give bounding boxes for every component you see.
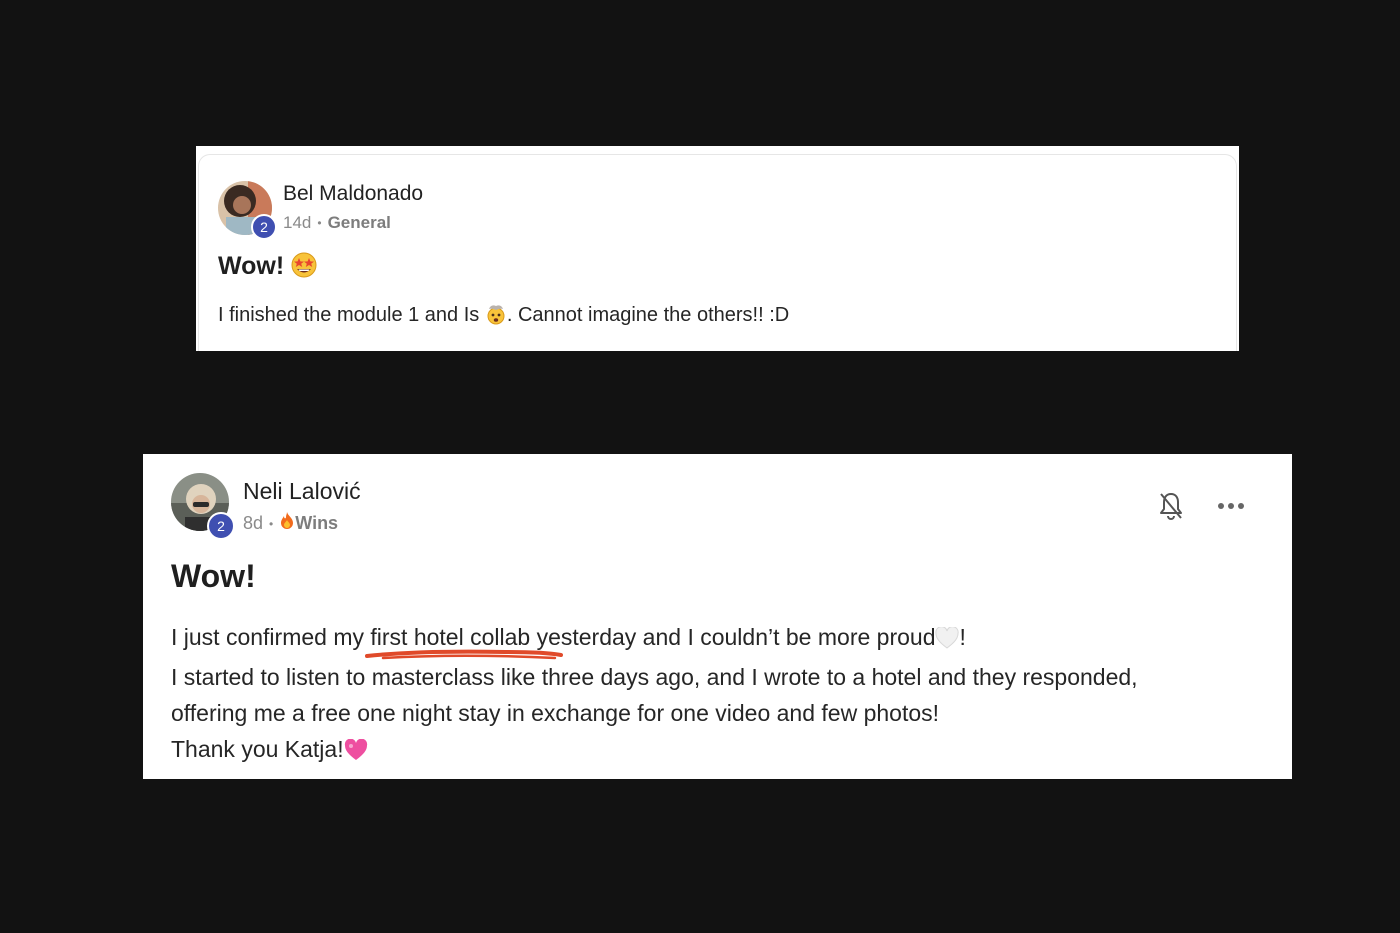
highlight-underline	[365, 649, 563, 660]
level-badge: 2	[207, 512, 235, 540]
post-body: I finished the module 1 and Is . Cannot …	[218, 303, 789, 331]
body-line-1-end: !	[959, 624, 966, 650]
post-card-neli-lalovic[interactable]: 2 Neli Lalović 8d • Wins Wow! I just con…	[143, 454, 1292, 779]
more-options-icon[interactable]	[1213, 494, 1249, 518]
exploding-head-emoji	[485, 303, 507, 331]
bell-off-icon[interactable]	[1155, 489, 1187, 523]
body-line-2: I started to listen to masterclass like …	[171, 664, 1138, 690]
level-badge: 2	[251, 214, 277, 240]
avatar[interactable]: 2	[218, 181, 277, 240]
star-struck-emoji	[291, 252, 317, 285]
post-title: Wow!	[171, 558, 256, 594]
separator-dot: •	[269, 516, 274, 531]
body-line-4: Thank you Katja!	[171, 731, 1271, 771]
post-title: Wow!	[218, 252, 317, 285]
author-name[interactable]: Neli Lalović	[243, 478, 361, 505]
post-time: 8d	[243, 513, 264, 533]
post-meta: 8d • Wins	[243, 512, 338, 535]
post-body-text-1: I finished the module 1 and Is	[218, 304, 480, 326]
post-card-bel-maldonado[interactable]: 2 Bel Maldonado 14d • General Wow! I fin…	[196, 146, 1239, 351]
post-meta: 14d • General	[283, 213, 391, 233]
post-title-text: Wow!	[218, 252, 285, 280]
avatar[interactable]: 2	[171, 473, 235, 540]
fire-emoji	[279, 512, 295, 535]
pink-heart-emoji	[344, 735, 368, 771]
author-name[interactable]: Bel Maldonado	[283, 182, 423, 206]
body-line-3: offering me a free one night stay in exc…	[171, 700, 940, 726]
body-line-1: I just confirmed my first hotel collab y…	[171, 619, 1271, 659]
post-time: 14d	[283, 213, 312, 232]
post-category[interactable]: General	[328, 213, 391, 233]
post-body: I just confirmed my first hotel collab y…	[171, 619, 1271, 771]
separator-dot: •	[317, 216, 322, 230]
body-line-4-text: Thank you Katja!	[171, 736, 344, 762]
post-body-text-2: . Cannot imagine the others!! :D	[506, 304, 790, 326]
white-heart-emoji	[935, 623, 960, 659]
post-category[interactable]: Wins	[295, 513, 338, 534]
